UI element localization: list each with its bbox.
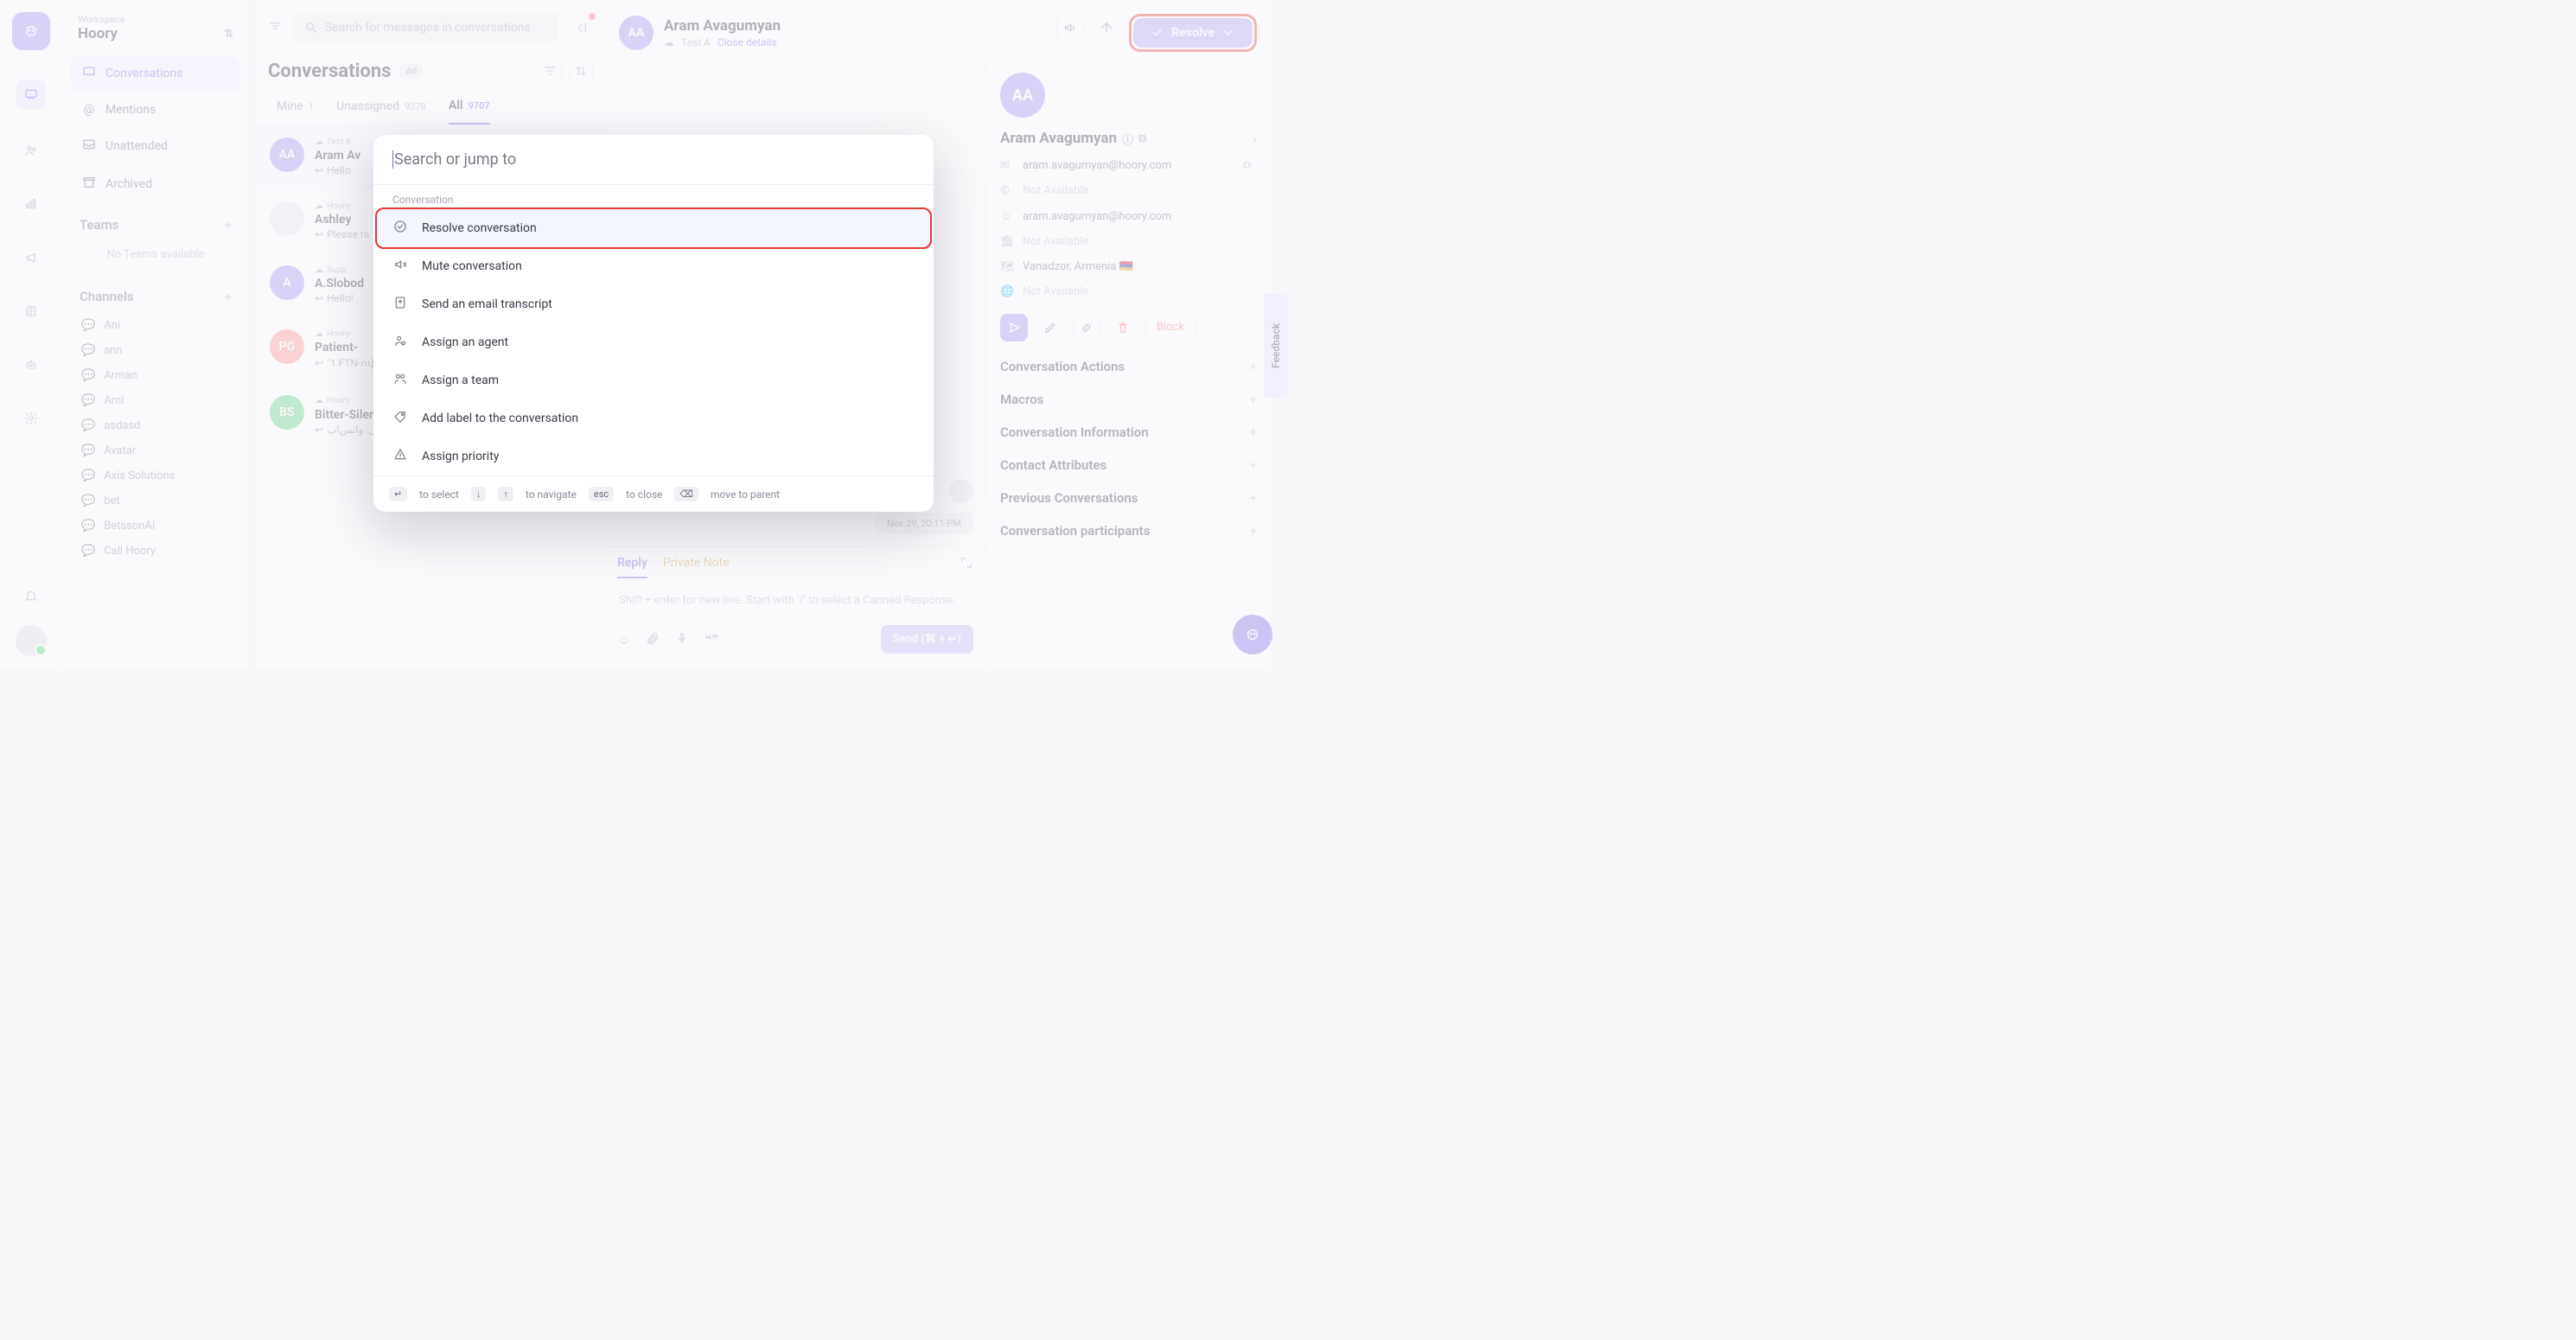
option-label: Mute conversation [422, 259, 522, 273]
palette-option[interactable]: Add label to the conversation [373, 399, 934, 437]
option-icon [392, 334, 408, 351]
backspace-key-icon: ⌫ [674, 487, 698, 501]
palette-section-label: Conversation [373, 185, 934, 209]
palette-footer: ↵to select ↓ ↑to navigate escto close ⌫m… [373, 475, 934, 512]
palette-option[interactable]: Assign a team [373, 361, 934, 399]
palette-search-input[interactable]: Search or jump to [373, 135, 934, 185]
down-key-icon: ↓ [471, 487, 487, 501]
palette-option[interactable]: Assign priority [373, 437, 934, 475]
enter-key-icon: ↵ [389, 487, 407, 501]
option-icon [392, 372, 408, 389]
command-palette: Search or jump to Conversation Resolve c… [373, 135, 934, 512]
palette-option[interactable]: Send an email transcript [373, 285, 934, 323]
option-icon [392, 220, 408, 237]
esc-key-icon: esc [589, 487, 614, 501]
palette-option[interactable]: Assign an agent [373, 323, 934, 361]
option-icon [392, 258, 408, 275]
up-key-icon: ↑ [498, 487, 513, 501]
option-label: Assign a team [422, 373, 499, 387]
option-label: Add label to the conversation [422, 412, 578, 425]
option-label: Resolve conversation [422, 221, 537, 235]
palette-option[interactable]: Resolve conversation [373, 209, 934, 247]
option-icon [392, 410, 408, 427]
option-icon [392, 448, 408, 465]
option-icon [392, 296, 408, 313]
option-label: Assign priority [422, 450, 499, 463]
option-label: Send an email transcript [422, 297, 552, 311]
palette-option[interactable]: Mute conversation [373, 247, 934, 285]
option-label: Assign an agent [422, 335, 508, 349]
